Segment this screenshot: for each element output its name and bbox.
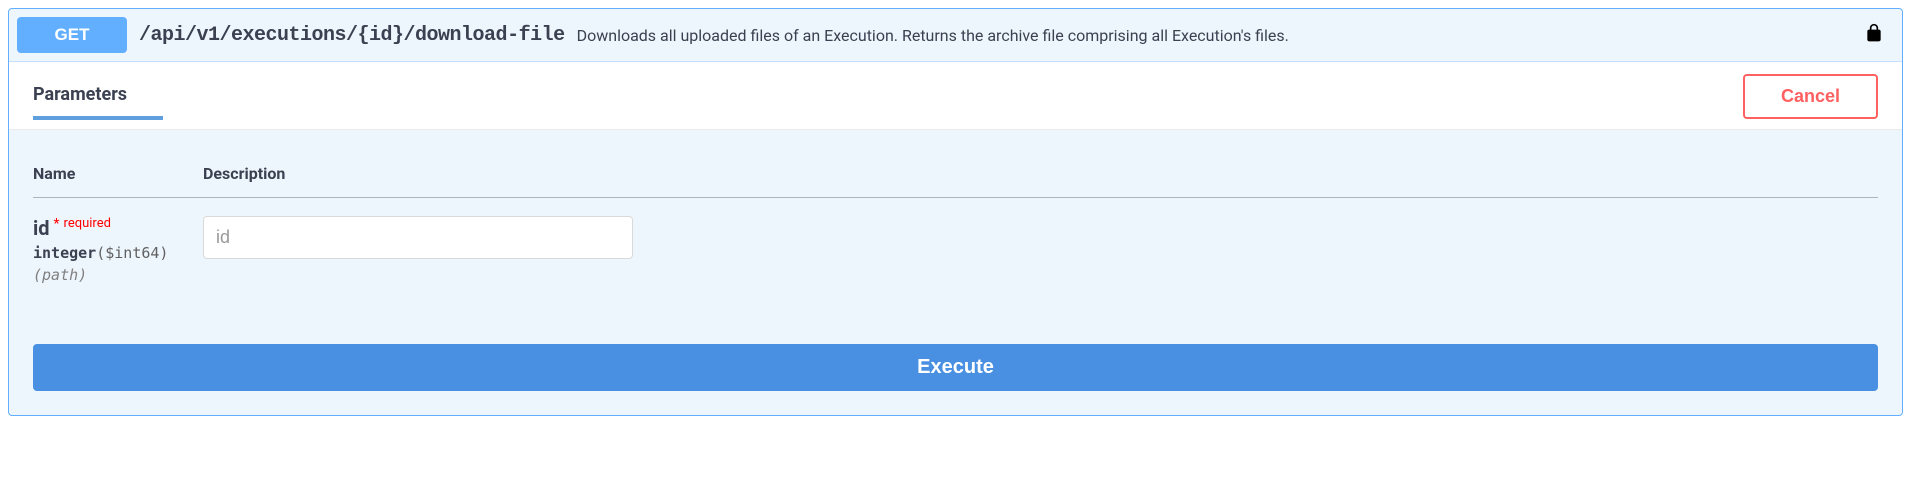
- lock-icon[interactable]: [1864, 23, 1894, 48]
- tab-parameters[interactable]: Parameters: [33, 84, 127, 119]
- cancel-button[interactable]: Cancel: [1743, 74, 1878, 119]
- param-location: (path): [33, 266, 203, 284]
- param-name: id: [33, 216, 50, 240]
- execute-button[interactable]: Execute: [33, 344, 1878, 391]
- parameters-header: Parameters Cancel: [9, 62, 1902, 130]
- column-header-description: Description: [203, 150, 1878, 198]
- table-row: id * required integer($int64) (path): [33, 198, 1878, 285]
- required-label: required: [64, 216, 111, 231]
- required-star: *: [54, 216, 60, 232]
- endpoint-description: Downloads all uploaded files of an Execu…: [577, 26, 1852, 45]
- http-method-badge: GET: [17, 17, 127, 53]
- operation-block: GET /api/v1/executions/{id}/download-fil…: [8, 8, 1903, 416]
- column-header-name: Name: [33, 150, 203, 198]
- parameters-body: Name Description id * required integer($…: [9, 130, 1902, 415]
- param-type: integer($int64): [33, 244, 203, 262]
- parameters-table: Name Description id * required integer($…: [33, 150, 1878, 284]
- operation-summary[interactable]: GET /api/v1/executions/{id}/download-fil…: [9, 9, 1902, 62]
- id-input[interactable]: [203, 216, 633, 259]
- endpoint-path: /api/v1/executions/{id}/download-file: [139, 24, 565, 47]
